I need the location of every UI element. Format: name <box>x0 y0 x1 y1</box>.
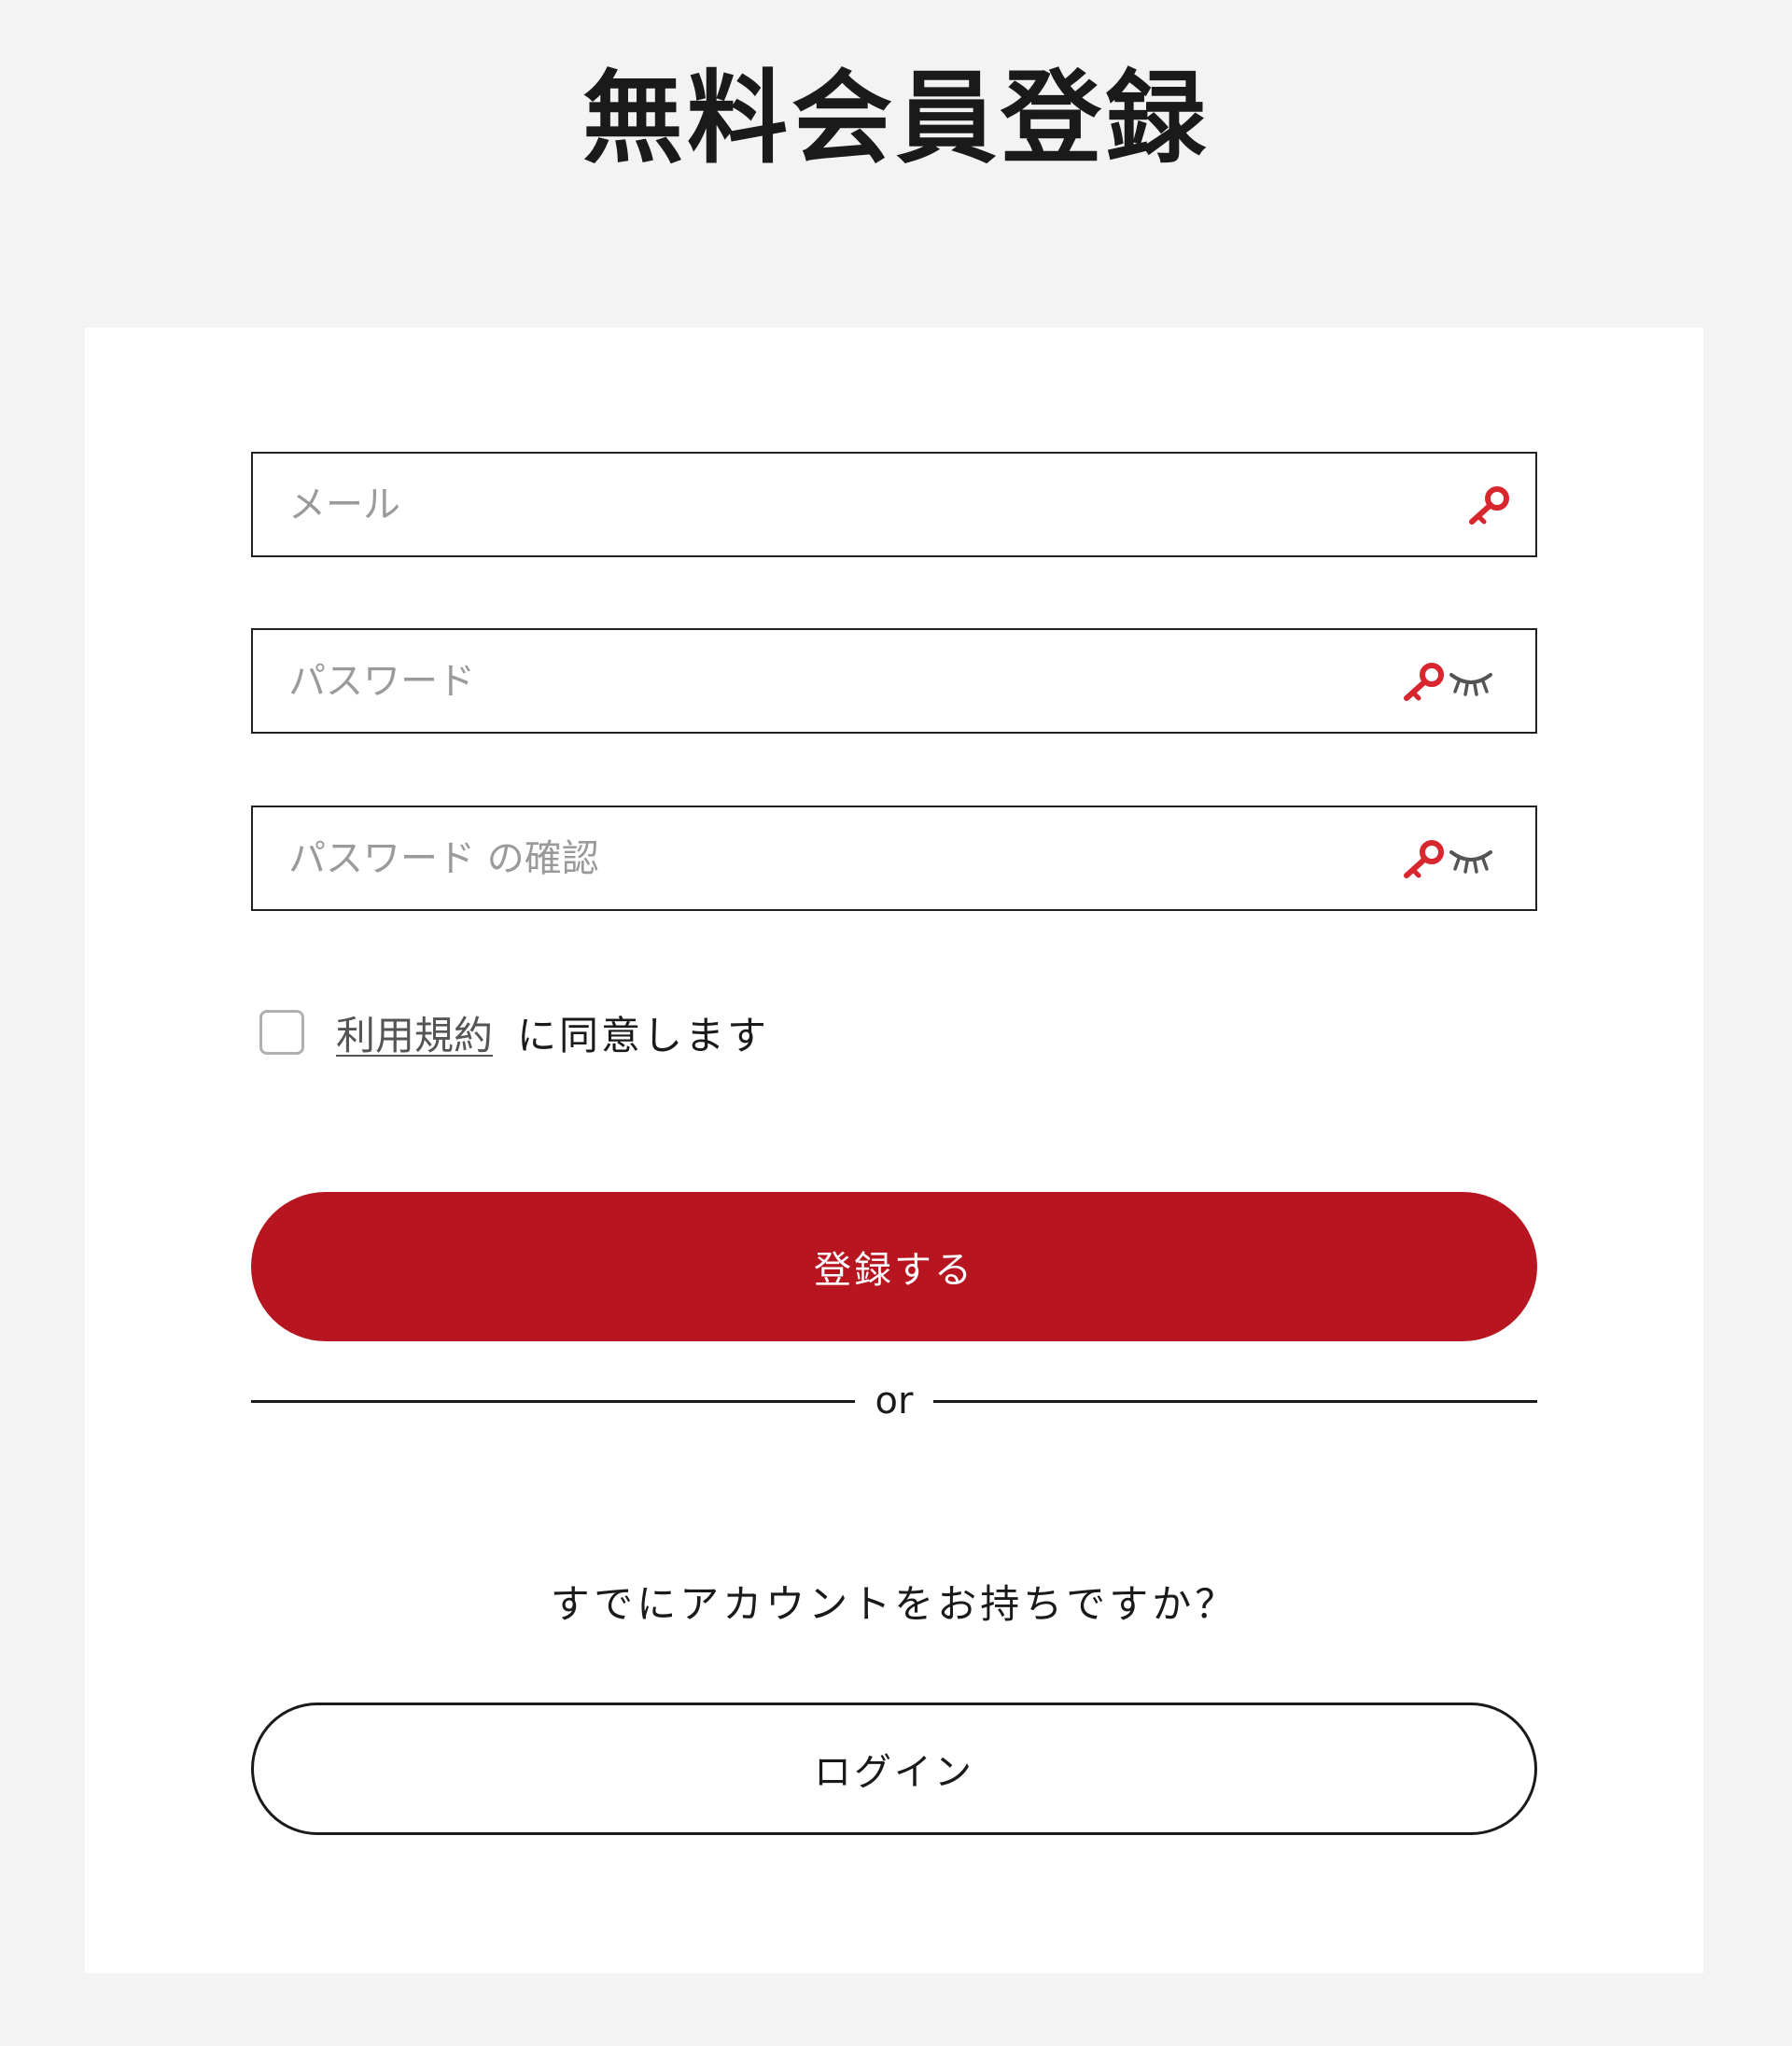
divider-label: or <box>875 1380 914 1422</box>
terms-checkbox[interactable] <box>259 1010 304 1055</box>
eye-closed-icon[interactable] <box>1448 847 1494 875</box>
have-account-prompt: すでにアカウントをお持ちですか？ <box>550 1581 1239 1627</box>
divider-line-left <box>251 1399 855 1403</box>
password-field-wrapper <box>251 628 1537 734</box>
divider-line-right <box>933 1399 1538 1403</box>
page-title: 無料会員登録 <box>581 61 1210 177</box>
registration-card: 利用規約 に同意します 登録する or すでにアカウントをお持ちですか？ ログイ… <box>85 328 1703 1973</box>
terms-label: に同意します <box>517 1012 770 1058</box>
key-icon[interactable] <box>1466 484 1513 527</box>
confirm-password-field[interactable] <box>253 807 1535 909</box>
terms-link[interactable]: 利用規約 <box>336 1004 493 1061</box>
register-button[interactable]: 登録する <box>251 1192 1537 1341</box>
password-field[interactable] <box>253 630 1535 732</box>
email-field-wrapper <box>251 452 1537 557</box>
confirm-password-field-wrapper <box>251 806 1537 911</box>
key-icon[interactable] <box>1401 838 1448 881</box>
eye-closed-icon[interactable] <box>1448 669 1494 697</box>
key-icon[interactable] <box>1401 661 1448 704</box>
login-button[interactable]: ログイン <box>251 1703 1537 1835</box>
terms-agreement: 利用規約 に同意します <box>259 1004 769 1060</box>
or-divider: or <box>251 1373 1538 1429</box>
email-field[interactable] <box>253 454 1535 555</box>
